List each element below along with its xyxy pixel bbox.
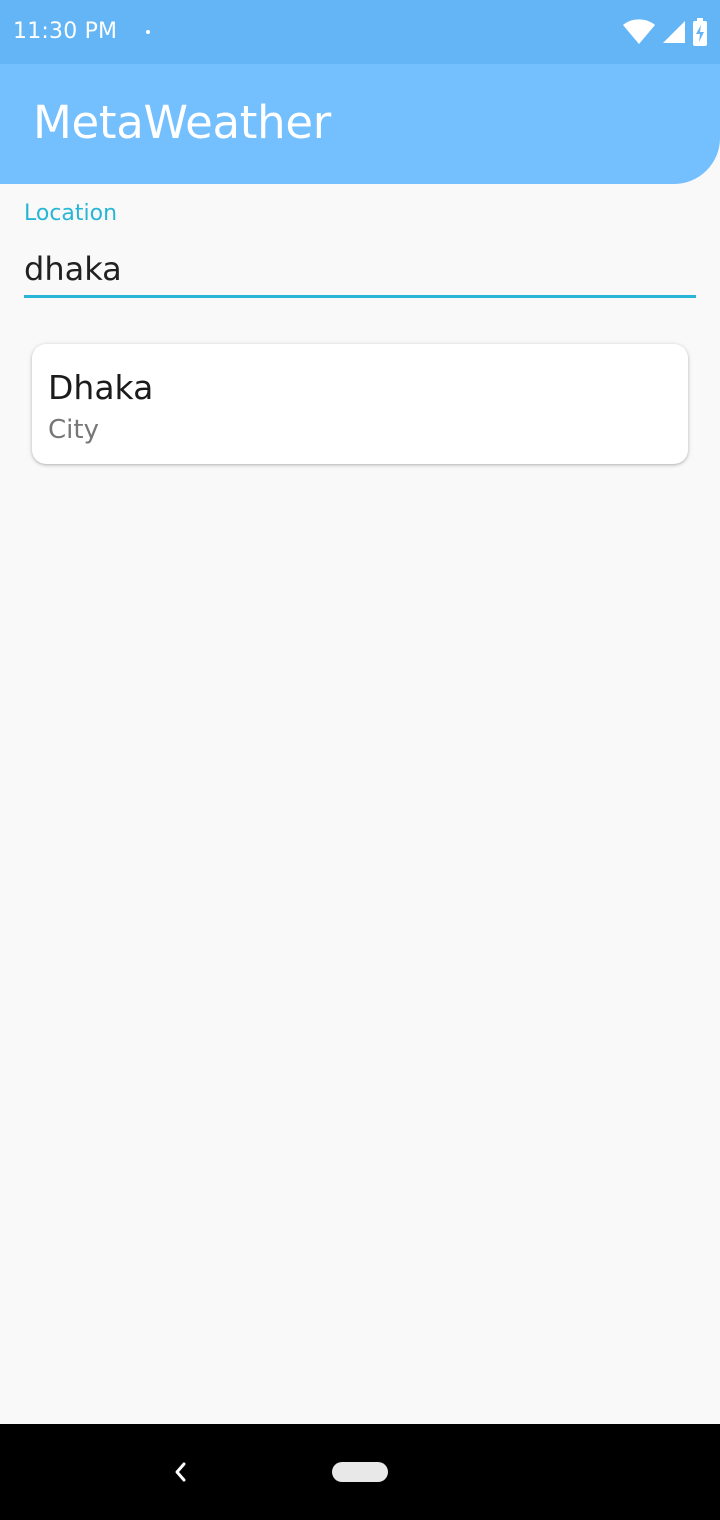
app-bar: MetaWeather (0, 64, 720, 184)
app-title: MetaWeather (33, 96, 331, 149)
location-underline (24, 295, 696, 298)
result-type: City (48, 415, 99, 445)
home-pill-icon[interactable] (332, 1462, 388, 1482)
location-label: Location (24, 201, 118, 226)
result-name: Dhaka (48, 368, 154, 407)
result-card-dhaka[interactable]: Dhaka City (32, 344, 688, 464)
location-input[interactable] (24, 246, 696, 292)
status-time: 11:30 PM (13, 19, 118, 44)
back-icon[interactable] (166, 1456, 194, 1488)
location-field: Location (24, 196, 696, 300)
notification-dot-icon (146, 30, 150, 34)
wifi-icon (623, 19, 655, 44)
cell-signal-icon (663, 21, 685, 43)
status-icons (622, 18, 708, 46)
status-bar: 11:30 PM (0, 0, 720, 64)
battery-charging-icon (693, 18, 707, 46)
navigation-bar (0, 1424, 720, 1520)
